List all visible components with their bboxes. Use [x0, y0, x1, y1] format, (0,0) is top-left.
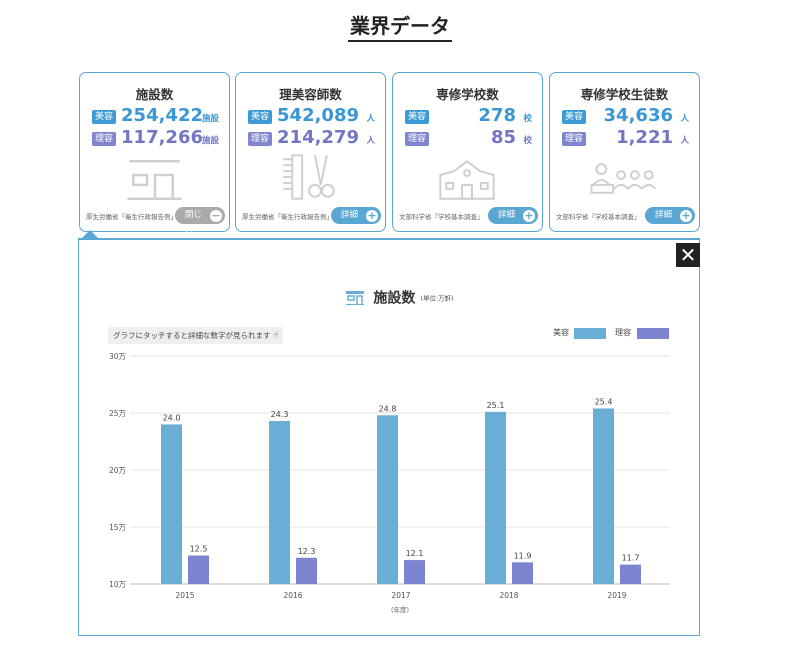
y-tick-label: 25万: [109, 409, 127, 418]
x-tick-label: 2018: [499, 591, 518, 600]
data-label: 12.5: [190, 545, 208, 554]
x-tick-label: 2015: [175, 591, 194, 600]
y-tick-label: 15万: [109, 523, 127, 532]
bar-biyo[interactable]: [377, 415, 398, 584]
bar-chart[interactable]: 10万 15万 20万 25万 30万 24.0 12.5 2015 24.3 12.3 2016 2…: [0, 0, 800, 659]
data-label: 24.0: [163, 413, 181, 422]
bar-biyo[interactable]: [593, 408, 614, 584]
y-tick-label: 30万: [109, 352, 127, 361]
x-tick-label: 2017: [391, 591, 410, 600]
bar-biyo[interactable]: [485, 411, 506, 584]
y-tick-label: 20万: [109, 466, 127, 475]
data-label: 11.7: [622, 554, 640, 563]
data-label: 25.1: [487, 401, 505, 410]
bar-biyo[interactable]: [269, 420, 290, 584]
bar-riyo[interactable]: [188, 555, 209, 585]
data-label: 12.3: [298, 547, 316, 556]
x-axis-label: (年度): [391, 605, 409, 614]
data-label: 24.8: [379, 404, 397, 413]
data-label: 11.9: [514, 551, 532, 560]
data-label: 12.1: [406, 549, 424, 558]
bar-riyo[interactable]: [512, 562, 533, 584]
x-tick-label: 2016: [283, 591, 302, 600]
data-label: 25.4: [595, 397, 613, 406]
bar-biyo[interactable]: [161, 424, 182, 584]
x-tick-label: 2019: [607, 591, 626, 600]
data-label: 24.3: [271, 410, 289, 419]
bar-riyo[interactable]: [404, 560, 425, 584]
bar-riyo[interactable]: [620, 564, 641, 584]
bar-riyo[interactable]: [296, 557, 317, 584]
y-tick-label: 10万: [109, 580, 127, 589]
